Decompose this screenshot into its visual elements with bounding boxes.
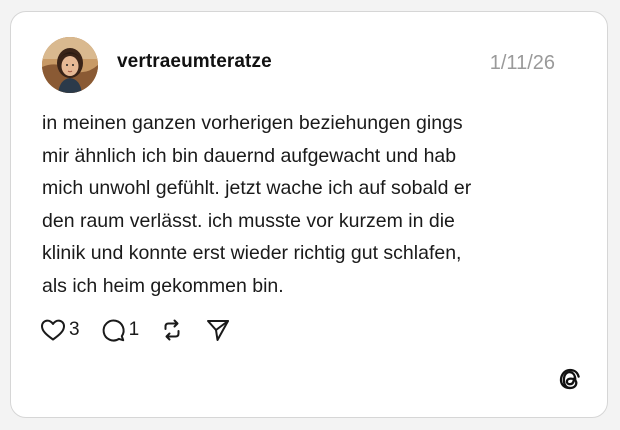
reply-button[interactable]: 1 <box>100 317 140 343</box>
like-button[interactable]: 3 <box>40 318 80 342</box>
repost-button[interactable] <box>159 317 185 343</box>
post-text-line: klinik und konnte erst wieder richtig gu… <box>42 242 462 264</box>
threads-logo-icon[interactable] <box>557 367 583 393</box>
reply-count: 1 <box>128 319 140 340</box>
share-button[interactable] <box>205 317 231 343</box>
avatar[interactable] <box>42 37 98 93</box>
share-icon <box>205 317 231 343</box>
post-text-line: mich unwohl gefühlt. jetzt wache ich auf… <box>42 177 472 199</box>
post-text-line: mir ähnlich ich bin dauernd aufgewacht u… <box>42 144 457 167</box>
heart-icon <box>40 318 66 342</box>
post-text: in meinen ganzen vorherigen beziehungen … <box>42 107 562 302</box>
post-text-line: als ich heim gekommen bin. <box>42 274 284 297</box>
username[interactable]: vertraeumteratze <box>117 51 272 73</box>
post-text-line: den raum verlässt. ich musste vor kurzem… <box>42 209 455 232</box>
comment-icon <box>100 317 126 343</box>
repost-icon <box>159 317 185 343</box>
post-text-line: in meinen ganzen vorherigen beziehungen … <box>42 112 463 134</box>
post-date: 1/11/26 <box>489 52 555 74</box>
like-count: 3 <box>69 319 80 340</box>
action-bar: 3 1 <box>40 315 251 345</box>
avatar-image <box>42 37 98 93</box>
post-card: vertraeumteratze 1/11/26 in meinen ganze… <box>10 11 608 418</box>
